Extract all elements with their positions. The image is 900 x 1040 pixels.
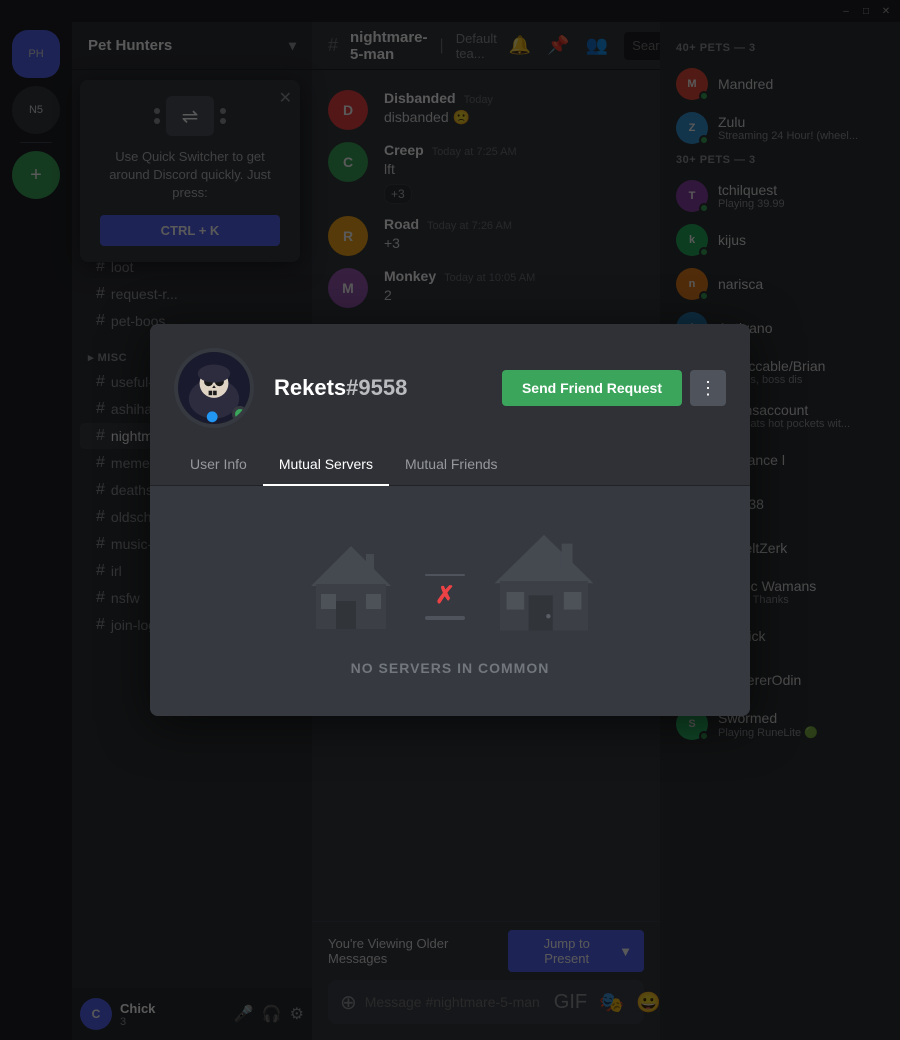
profile-tabs: User Info Mutual Servers Mutual Friends	[150, 444, 750, 486]
tab-label: Mutual Friends	[405, 456, 498, 472]
profile-discriminator: #9558	[346, 375, 407, 400]
profile-modal: Rekets#9558 Send Friend Request ⋮ User I…	[150, 324, 750, 716]
more-options-button[interactable]: ⋮	[690, 370, 726, 406]
send-friend-request-button[interactable]: Send Friend Request	[502, 370, 682, 406]
no-servers-visual: ✗	[301, 526, 599, 636]
house-icon-right	[489, 526, 599, 636]
tab-label: Mutual Servers	[279, 456, 373, 472]
tab-mutual-friends[interactable]: Mutual Friends	[389, 444, 514, 486]
profile-actions: Send Friend Request ⋮	[502, 370, 726, 406]
overlay[interactable]: Rekets#9558 Send Friend Request ⋮ User I…	[0, 0, 900, 1040]
tab-label: User Info	[190, 456, 247, 472]
profile-username: Rekets	[274, 375, 346, 400]
no-servers-text: NO SERVERS IN COMMON	[351, 660, 550, 676]
profile-name-section: Rekets#9558	[274, 375, 482, 401]
tab-mutual-servers[interactable]: Mutual Servers	[263, 444, 389, 486]
house-icon-left	[301, 536, 401, 636]
profile-avatar	[174, 348, 254, 428]
status-badge	[232, 406, 248, 422]
tab-user-info[interactable]: User Info	[174, 444, 263, 486]
profile-header: Rekets#9558 Send Friend Request ⋮	[150, 324, 750, 444]
profile-body: ✗ NO SERVERS IN COMMON	[150, 486, 750, 716]
